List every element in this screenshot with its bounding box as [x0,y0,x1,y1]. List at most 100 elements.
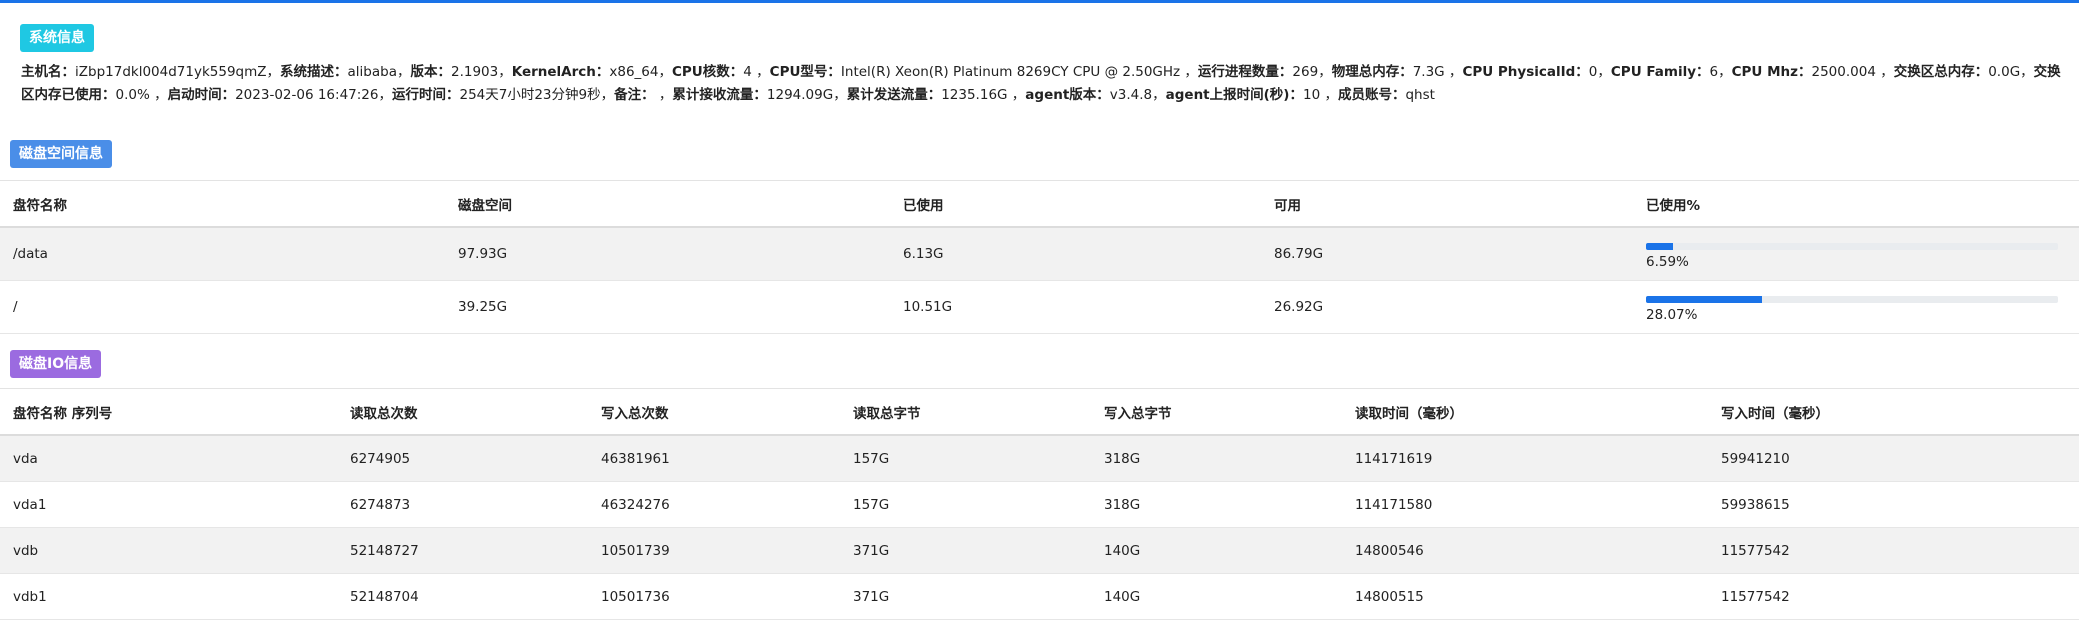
read-count-cell: 6274905 [337,435,588,482]
write-bytes-cell: 318G [1091,435,1342,482]
write-bytes-cell: 140G [1091,527,1342,574]
sys-field-value: qhst [1405,87,1435,103]
sys-field-value: 7.3G ， [1412,64,1463,80]
read-bytes-cell: 157G [840,481,1091,528]
column-header-read-count: 读取总次数 [337,388,588,436]
available-cell: 26.92G [1261,280,1633,334]
table-header-row: 盘符名称 序列号 读取总次数 写入总次数 读取总字节 写入总字节 读取时间（毫秒… [0,388,2079,436]
write-time-cell: 59938615 [1708,481,2079,528]
sys-field-value: alibaba， [347,64,411,80]
sys-field-label: 主机名： [21,64,75,80]
size-cell: 97.93G [445,227,890,281]
usage-progress-fill [1646,242,1674,250]
column-header-read-time: 读取时间（毫秒） [1342,388,1708,436]
sys-field-label: 交换区总内存： [1893,64,1989,80]
write-bytes-cell: 318G [1091,481,1342,528]
sys-field-value: v3.4.8， [1109,87,1166,103]
sys-field-label: agent版本： [1025,87,1110,103]
disk-name-cell: vda [0,435,337,482]
table-row: vda1 6274873 46324276 157G 318G 114171580 5993… [0,481,2079,528]
write-count-cell: 10501736 [588,573,840,620]
read-time-cell: 114171619 [1342,435,1708,482]
mount-cell: / [0,280,445,334]
sys-field-label: CPU Mhz： [1731,64,1812,80]
write-time-cell: 59941210 [1708,435,2079,482]
write-bytes-cell: 140G [1091,573,1342,620]
sys-field-label: KernelArch： [511,64,610,80]
table-header-row: 盘符名称 磁盘空间 已使用 可用 已使用% [0,180,2079,228]
system-info-badge: 系统信息 [20,24,94,52]
used-cell: 6.13G [890,227,1261,281]
used-percent-cell: 28.07% [1633,280,2079,334]
usage-progress-fill [1646,295,1762,303]
read-bytes-cell: 371G [840,573,1091,620]
sys-field-value: 2023-02-06 16:47:26， [235,87,392,103]
column-header-disk-serial: 盘符名称 序列号 [0,388,337,436]
sys-field-value: 4 ， [743,64,770,80]
disk-name-cell: vda1 [0,481,337,528]
read-count-cell: 6274873 [337,481,588,528]
disk-name-cell: vdb [0,527,337,574]
disk-space-table: 盘符名称 磁盘空间 已使用 可用 已使用% /data 97.93G 6.13G 86… [0,180,2079,334]
write-time-cell: 11577542 [1708,527,2079,574]
column-header-available: 可用 [1261,180,1633,228]
sys-field-value: 254天7小时23分钟9秒， [459,87,615,103]
sys-field-value: 269， [1292,64,1332,80]
table-row: vdb1 52148704 10501736 371G 140G 14800515 1157… [0,573,2079,620]
write-count-cell: 46324276 [588,481,840,528]
sys-field-label: 成员账号： [1337,87,1406,103]
read-time-cell: 114171580 [1342,481,1708,528]
read-time-cell: 14800546 [1342,527,1708,574]
disk-io-table: 盘符名称 序列号 读取总次数 写入总次数 读取总字节 写入总字节 读取时间（毫秒… [0,388,2079,620]
sys-field-value: 1235.16G ， [941,87,1026,103]
usage-percent-label: 28.07% [1646,306,1698,323]
sys-field-label: 运行进程数量： [1197,64,1293,80]
mount-cell: /data [0,227,445,281]
size-cell: 39.25G [445,280,890,334]
column-header-mount: 盘符名称 [0,180,445,228]
table-row: vdb 52148727 10501739 371G 140G 14800546 11577… [0,527,2079,574]
write-count-cell: 46381961 [588,435,840,482]
write-time-cell: 11577542 [1708,573,2079,620]
usage-percent-label: 6.59% [1646,253,1689,270]
used-percent-cell: 6.59% [1633,227,2079,281]
table-row: /data 97.93G 6.13G 86.79G 6.59% [0,227,2079,281]
column-header-write-bytes: 写入总字节 [1091,388,1342,436]
disk-io-badge: 磁盘IO信息 [10,350,102,378]
column-header-size: 磁盘空间 [445,180,890,228]
table-row: /39.25G 10.51G 26.92G 28.07% [0,280,2079,334]
usage-progress-bar [1646,242,2058,250]
read-count-cell: 52148704 [337,573,588,620]
sys-field-value: x86_64， [609,64,672,80]
sys-field-value: 0.0% ， [115,87,168,103]
column-header-used-percent: 已使用% [1633,180,2079,228]
sys-field-label: CPU PhysicalId： [1462,64,1589,80]
sys-field-value: 2.1903， [450,64,512,80]
sys-field-label: 版本： [410,64,451,80]
table-row: vda 6274905 46381961 157G 318G 114171619 59941… [0,435,2079,482]
read-count-cell: 52148727 [337,527,588,574]
available-cell: 86.79G [1261,227,1633,281]
sys-field-label: agent上报时间(秒)： [1165,87,1303,103]
sys-field-label: CPU型号： [769,64,841,80]
read-time-cell: 14800515 [1342,573,1708,620]
sys-field-label: 物理总内存： [1331,64,1413,80]
sys-field-value: 1294.09G， [766,87,847,103]
column-header-write-time: 写入时间（毫秒） [1708,388,2079,436]
sys-field-value: 2500.004 ， [1811,64,1894,80]
used-cell: 10.51G [890,280,1261,334]
sys-field-label: 系统描述： [280,64,348,80]
sys-field-label: 运行时间： [391,87,460,103]
write-count-cell: 10501739 [588,527,840,574]
sys-field-label: 累计接收流量： [672,87,767,103]
read-bytes-cell: 371G [840,527,1091,574]
sys-field-value: ， [654,87,673,103]
sys-field-value: iZbp17dkl004d71yk559qmZ， [75,64,281,80]
sys-field-label: 启动时间： [167,87,236,103]
sys-field-value: Intel(R) Xeon(R) Platinum 8269CY CPU @ 2… [840,64,1198,80]
sys-field-value: 0， [1588,64,1611,80]
column-header-read-bytes: 读取总字节 [840,388,1091,436]
disk-space-badge: 磁盘空间信息 [10,140,112,168]
sys-field-value: 10 ， [1302,87,1338,103]
sys-field-value: 0.0G， [1988,64,2034,80]
